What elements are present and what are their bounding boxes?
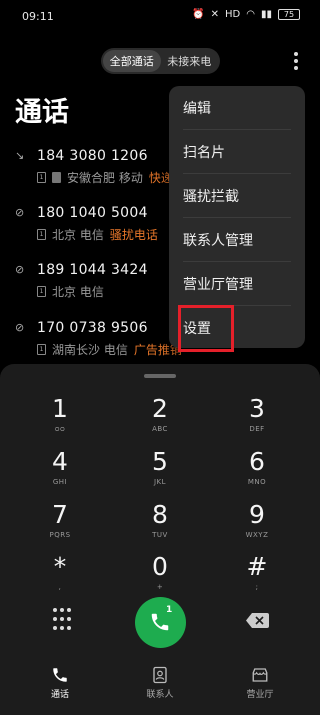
call-filter-tabs: 全部通话 未接来电 — [101, 48, 220, 74]
sim-icon: 1 — [37, 286, 46, 297]
store-icon — [252, 668, 268, 682]
key-4[interactable]: 4 GHI — [20, 447, 100, 497]
menu-item-contact-management[interactable]: 联系人管理 — [169, 218, 305, 261]
sim-icon: 1 — [37, 344, 46, 355]
call-location: 北京 电信 — [52, 228, 104, 242]
menu-item-edit[interactable]: 编辑 — [169, 86, 305, 129]
menu-item-service-hall-management[interactable]: 营业厅管理 — [169, 262, 305, 305]
menu-item-harassment-block[interactable]: 骚扰拦截 — [169, 174, 305, 217]
tab-missed-calls[interactable]: 未接来电 — [161, 50, 219, 72]
blocked-call-icon: ⊘ — [15, 263, 25, 276]
dialpad-panel: 1 ᴑᴑ 2 ABC 3 DEF 4 GHI 5 JKL 6 MNO 7 PQRS 8 TUV … — [0, 364, 320, 715]
key-9[interactable]: 9 WXYZ — [217, 500, 297, 550]
alarm-icon: ⏰ — [192, 9, 205, 20]
key-2[interactable]: 2 ABC — [120, 394, 200, 444]
status-time: 09:11 — [22, 10, 54, 23]
call-number: 170 0738 9506 — [37, 320, 148, 336]
wifi-icon: ◠ — [246, 9, 255, 20]
phone-tab-icon — [53, 668, 67, 682]
more-options-icon[interactable] — [292, 52, 300, 70]
hd-icon: HD — [225, 9, 241, 20]
status-icons: ⏰ ✕ HD ◠ ▮▮ 75 — [192, 9, 300, 20]
signal-icon: ▮▮ — [260, 9, 272, 20]
nav-contacts[interactable]: 联系人 — [120, 666, 200, 700]
call-sim-number: 1 — [166, 605, 173, 615]
menu-item-scan-card[interactable]: 扫名片 — [169, 130, 305, 173]
settings-highlight — [178, 305, 234, 352]
call-location: 安徽合肥 移动 — [67, 171, 143, 185]
nav-contacts-label: 联系人 — [146, 690, 174, 700]
key-8[interactable]: 8 TUV — [120, 500, 200, 550]
key-7[interactable]: 7 PQRS — [20, 500, 100, 550]
key-1[interactable]: 1 ᴑᴑ — [20, 394, 100, 444]
outgoing-call-icon: ↘ — [15, 149, 25, 162]
key-0[interactable]: 0 + — [120, 552, 200, 602]
dialpad-toggle-icon[interactable] — [52, 608, 72, 632]
contacts-icon — [153, 666, 167, 684]
status-bar: 09:11 ⏰ ✕ HD ◠ ▮▮ 75 — [0, 0, 320, 34]
call-button[interactable]: 1 — [135, 597, 186, 648]
mute-icon: ✕ — [210, 9, 220, 20]
call-location: 湖南长沙 电信 — [52, 343, 128, 357]
drag-handle[interactable] — [144, 374, 176, 378]
nav-service-hall-label: 营业厅 — [246, 690, 274, 700]
call-location: 北京 电信 — [52, 285, 104, 299]
key-3[interactable]: 3 DEF — [217, 394, 297, 444]
key-5[interactable]: 5 JKL — [120, 447, 200, 497]
nav-calls-label: 通话 — [50, 690, 69, 700]
blocked-call-icon: ⊘ — [15, 206, 25, 219]
call-number: 189 1044 3424 — [37, 262, 148, 278]
backspace-icon[interactable] — [246, 613, 269, 628]
call-number: 184 3080 1206 — [37, 148, 148, 164]
hd-call-icon — [52, 172, 61, 183]
sim-icon: 1 — [37, 229, 46, 240]
bottom-nav: 通话 联系人 营业厅 — [0, 666, 320, 715]
call-tag: 骚扰电话 — [109, 228, 158, 242]
key-6[interactable]: 6 MNO — [217, 447, 297, 497]
key-star[interactable]: *, — [20, 552, 100, 602]
battery-icon: 75 — [278, 9, 300, 20]
sim-icon: 1 — [37, 172, 46, 183]
nav-calls[interactable]: 通话 — [20, 666, 100, 700]
call-number: 180 1040 5004 — [37, 205, 148, 221]
tab-all-calls[interactable]: 全部通话 — [103, 50, 161, 72]
blocked-call-icon: ⊘ — [15, 321, 25, 334]
nav-service-hall[interactable]: 营业厅 — [220, 666, 300, 700]
page-title: 通话 — [15, 97, 69, 128]
key-hash[interactable]: #; — [217, 552, 297, 602]
voicemail-icon: ᴑᴑ — [54, 425, 66, 433]
